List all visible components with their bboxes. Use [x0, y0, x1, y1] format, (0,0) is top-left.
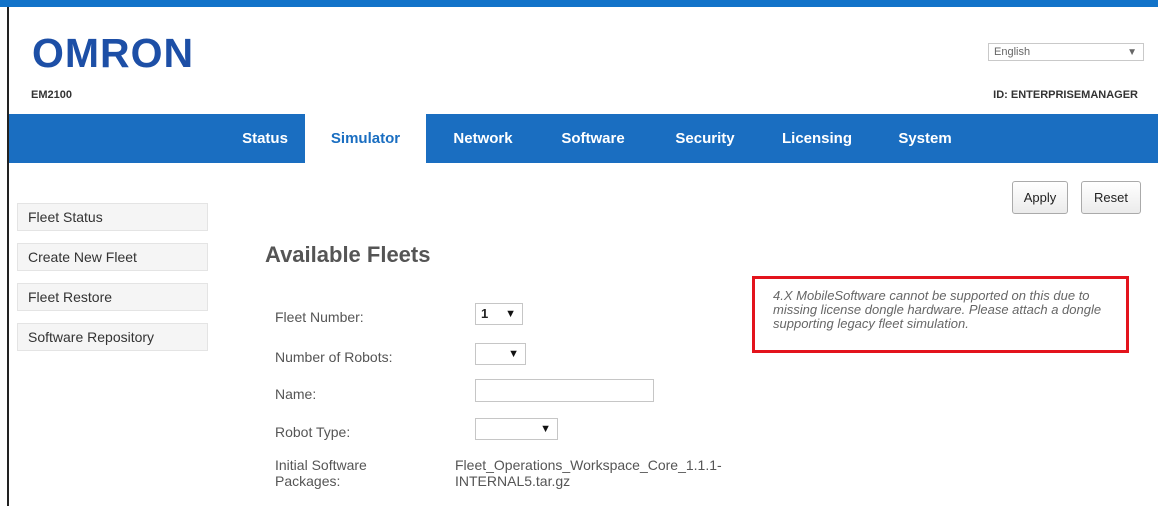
language-select-value: English — [994, 46, 1031, 58]
nav-security[interactable]: Security — [660, 114, 750, 163]
sidebar-item-software-repository[interactable]: Software Repository — [17, 323, 208, 351]
page-title: Available Fleets — [265, 242, 431, 267]
number-of-robots-label: Number of Robots: — [275, 349, 393, 365]
sidebar-item-fleet-restore[interactable]: Fleet Restore — [17, 283, 208, 311]
nav-licensing[interactable]: Licensing — [767, 114, 867, 163]
robot-type-select[interactable]: ▼ — [475, 418, 558, 440]
license-warning-notice: 4.X MobileSoftware cannot be supported o… — [752, 276, 1129, 353]
nav-simulator[interactable]: Simulator — [305, 114, 426, 163]
initial-packages-label: Initial Software Packages: — [275, 457, 367, 489]
fleet-number-select[interactable]: 1 ▼ — [475, 303, 523, 325]
device-model: EM2100 — [31, 89, 72, 101]
nav-status[interactable]: Status — [235, 114, 295, 163]
robot-type-label: Robot Type: — [275, 424, 351, 440]
chevron-down-icon: ▼ — [1127, 47, 1137, 58]
nav-system[interactable]: System — [889, 114, 961, 163]
name-input[interactable] — [475, 379, 654, 402]
initial-packages-value: Fleet_Operations_Workspace_Core_1.1.1- I… — [455, 457, 795, 489]
sidebar-item-fleet-status[interactable]: Fleet Status — [17, 203, 208, 231]
chevron-down-icon: ▼ — [540, 423, 551, 435]
number-of-robots-select[interactable]: ▼ — [475, 343, 526, 365]
main-navbar: Status Simulator Network Software Securi… — [9, 114, 1158, 163]
initial-packages-value-line2: INTERNAL5.tar.gz — [455, 473, 571, 489]
fleet-number-value: 1 — [481, 306, 489, 321]
user-id-label: ID: ENTERPRISEMANAGER — [993, 89, 1138, 101]
name-label: Name: — [275, 386, 317, 402]
initial-packages-label-line2: Packages: — [275, 473, 341, 489]
initial-packages-value-line1: Fleet_Operations_Workspace_Core_1.1.1- — [455, 457, 722, 473]
omron-logo: OMRON — [32, 30, 195, 76]
chevron-down-icon: ▼ — [505, 308, 516, 320]
nav-network[interactable]: Network — [437, 114, 529, 163]
top-accent-bar — [0, 0, 1158, 7]
reset-button[interactable]: Reset — [1081, 181, 1141, 214]
chevron-down-icon: ▼ — [508, 348, 519, 360]
nav-software[interactable]: Software — [545, 114, 641, 163]
sidebar-item-create-new-fleet[interactable]: Create New Fleet — [17, 243, 208, 271]
language-select[interactable]: English ▼ — [988, 43, 1144, 61]
apply-button[interactable]: Apply — [1012, 181, 1068, 214]
fleet-number-label: Fleet Number: — [275, 309, 364, 325]
initial-packages-label-line1: Initial Software — [275, 457, 367, 473]
left-frame-border — [7, 7, 9, 506]
